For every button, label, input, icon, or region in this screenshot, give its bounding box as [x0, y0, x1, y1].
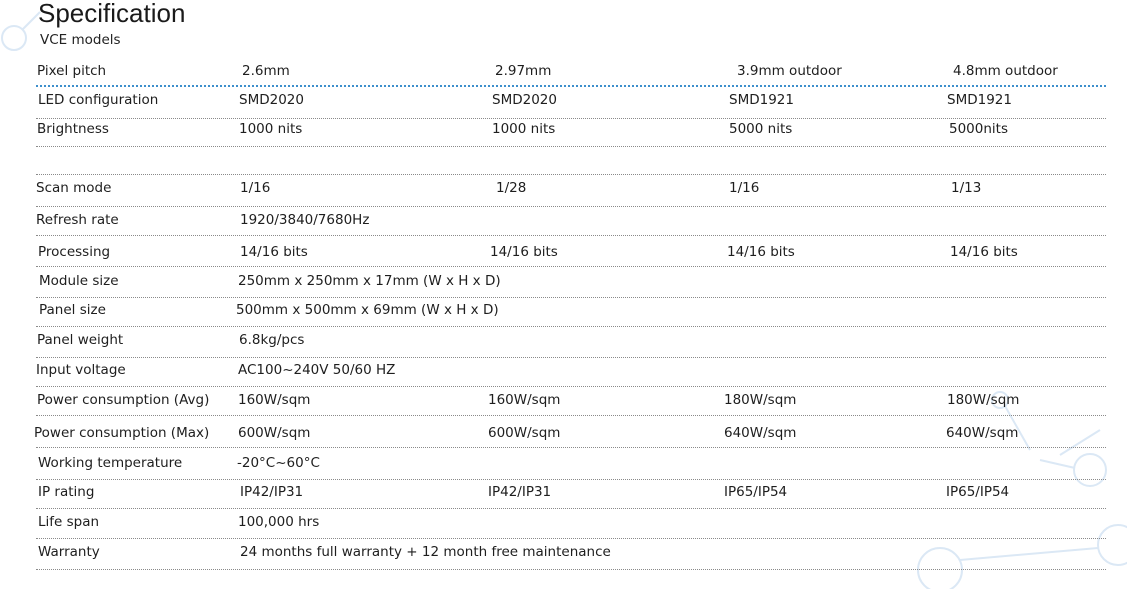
spec-row-warranty: Warranty 24 months full warranty + 12 mo… — [0, 542, 1127, 562]
value-all-models: 6.8kg/pcs — [239, 332, 305, 348]
value-2-97mm-model: 160W/sqm — [488, 392, 561, 408]
value-2-6mm-model: 600W/sqm — [238, 425, 311, 441]
spec-row-processing: Processing 14/16 bits 14/16 bits 14/16 b… — [0, 242, 1127, 262]
spec-row-scan-mode: Scan mode 1/16 1/28 1/16 1/13 — [0, 178, 1127, 198]
row-label: Power consumption (Avg) — [37, 392, 210, 408]
value-2-97mm-model: 2.97mm — [495, 63, 552, 79]
value-4-8mm-model: 1/13 — [951, 180, 982, 196]
row-label: Input voltage — [36, 362, 126, 378]
row-label: Life span — [38, 514, 100, 530]
spec-row-refresh-rate: Refresh rate 1920/3840/7680Hz — [0, 210, 1127, 230]
value-2-97mm-model: 1000 nits — [492, 121, 556, 137]
row-divider — [36, 479, 1106, 480]
value-3-9mm-model: 3.9mm outdoor — [737, 63, 842, 79]
row-label: Panel weight — [37, 332, 124, 348]
row-divider — [36, 415, 1106, 416]
row-label: Processing — [38, 244, 111, 260]
header-divider — [36, 85, 1106, 87]
spec-row-life-span: Life span 100,000 hrs — [0, 512, 1127, 532]
value-2-97mm-model: 1/28 — [496, 180, 527, 196]
spec-row-power-max: Power consumption (Max) 600W/sqm 600W/sq… — [0, 423, 1127, 443]
row-divider — [36, 206, 1106, 207]
value-2-6mm-model: IP42/IP31 — [240, 484, 304, 500]
value-all-models: 100,000 hrs — [238, 514, 320, 530]
value-all-models: 1920/3840/7680Hz — [240, 212, 370, 228]
spec-row-panel-size: Panel size 500mm x 500mm x 69mm (W x H x… — [0, 300, 1127, 320]
row-label: IP rating — [38, 484, 95, 500]
row-divider — [36, 447, 1106, 448]
row-divider — [36, 538, 1106, 539]
row-divider — [36, 569, 1106, 570]
value-all-models: -20°C~60°C — [237, 455, 320, 471]
spec-row-power-avg: Power consumption (Avg) 160W/sqm 160W/sq… — [0, 390, 1127, 410]
row-divider — [36, 297, 1106, 298]
spec-row-input-voltage: Input voltage AC100~240V 50/60 HZ — [0, 360, 1127, 380]
page-subtitle: VCE models — [40, 32, 121, 48]
value-4-8mm-model: 14/16 bits — [950, 244, 1018, 260]
spec-row-working-temperature: Working temperature -20°C~60°C — [0, 453, 1127, 473]
value-4-8mm-model: IP65/IP54 — [946, 484, 1010, 500]
row-label: Refresh rate — [36, 212, 119, 228]
value-4-8mm-model: SMD1921 — [947, 92, 1012, 108]
value-2-6mm-model: 1000 nits — [239, 121, 303, 137]
row-divider — [36, 146, 1106, 147]
value-all-models: 500mm x 500mm x 69mm (W x H x D) — [236, 302, 499, 318]
value-all-models: AC100~240V 50/60 HZ — [238, 362, 396, 378]
value-3-9mm-model: 180W/sqm — [724, 392, 797, 408]
value-4-8mm-model: 640W/sqm — [946, 425, 1019, 441]
value-2-6mm-model: 160W/sqm — [238, 392, 311, 408]
value-2-6mm-model: 1/16 — [240, 180, 271, 196]
row-divider — [36, 508, 1106, 509]
spec-row-led-configuration: LED configuration SMD2020 SMD2020 SMD192… — [0, 90, 1127, 110]
row-divider — [36, 174, 1106, 175]
value-4-8mm-model: 4.8mm outdoor — [953, 63, 1058, 79]
value-2-97mm-model: 14/16 bits — [490, 244, 558, 260]
value-4-8mm-model: 180W/sqm — [947, 392, 1020, 408]
row-label: Panel size — [39, 302, 106, 318]
value-2-97mm-model: 600W/sqm — [488, 425, 561, 441]
row-divider — [36, 266, 1106, 267]
value-all-models: 24 months full warranty + 12 month free … — [240, 544, 611, 560]
row-label: Brightness — [37, 121, 109, 137]
page-title: Specification — [38, 0, 186, 28]
value-3-9mm-model: 14/16 bits — [727, 244, 795, 260]
value-3-9mm-model: SMD1921 — [729, 92, 794, 108]
row-divider — [36, 357, 1106, 358]
row-label: Power consumption (Max) — [34, 425, 210, 441]
spec-row-panel-weight: Panel weight 6.8kg/pcs — [0, 330, 1127, 350]
row-label: Warranty — [38, 544, 100, 560]
value-3-9mm-model: 5000 nits — [729, 121, 793, 137]
row-label: LED configuration — [38, 92, 159, 108]
value-2-97mm-model: IP42/IP31 — [488, 484, 552, 500]
row-divider — [36, 235, 1106, 236]
value-2-97mm-model: SMD2020 — [492, 92, 557, 108]
value-3-9mm-model: IP65/IP54 — [724, 484, 788, 500]
row-label: Pixel pitch — [37, 63, 107, 79]
value-3-9mm-model: 1/16 — [729, 180, 760, 196]
value-2-6mm-model: 2.6mm — [242, 63, 290, 79]
value-2-6mm-model: SMD2020 — [239, 92, 304, 108]
value-all-models: 250mm x 250mm x 17mm (W x H x D) — [238, 273, 501, 289]
row-divider — [36, 386, 1106, 387]
spec-row-module-size: Module size 250mm x 250mm x 17mm (W x H … — [0, 271, 1127, 291]
row-divider — [36, 326, 1106, 327]
spec-row-pixel-pitch: Pixel pitch 2.6mm 2.97mm 3.9mm outdoor 4… — [0, 61, 1127, 81]
spec-row-brightness: Brightness 1000 nits 1000 nits 5000 nits… — [0, 119, 1127, 139]
spec-row-ip-rating: IP rating IP42/IP31 IP42/IP31 IP65/IP54 … — [0, 482, 1127, 502]
value-2-6mm-model: 14/16 bits — [240, 244, 308, 260]
value-3-9mm-model: 640W/sqm — [724, 425, 797, 441]
row-label: Scan mode — [36, 180, 112, 196]
value-4-8mm-model: 5000nits — [949, 121, 1008, 137]
row-label: Module size — [39, 273, 119, 289]
row-label: Working temperature — [38, 455, 183, 471]
